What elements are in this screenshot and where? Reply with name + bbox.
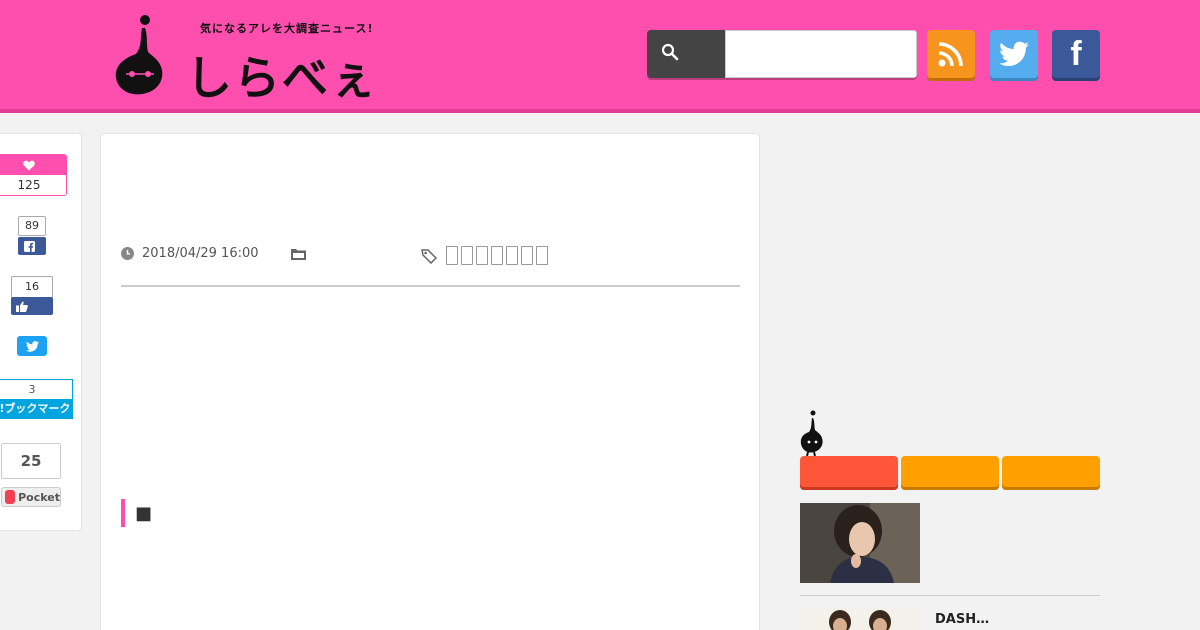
search-box bbox=[647, 30, 917, 78]
logo-wordmark: しらべぇ bbox=[186, 51, 378, 105]
twitter-bird-icon bbox=[999, 41, 1029, 66]
twitter-share-icon bbox=[25, 340, 39, 352]
section-heading-text: ■ bbox=[135, 502, 153, 524]
tag-icon bbox=[421, 249, 437, 264]
list-item-title[interactable]: DASH… bbox=[935, 612, 989, 627]
ranking-tabs bbox=[800, 456, 1100, 490]
tag-item[interactable] bbox=[536, 246, 548, 265]
facebook-share-count: 89 bbox=[18, 216, 46, 236]
ranking-tab-2[interactable] bbox=[901, 456, 999, 490]
ranking-tab-1[interactable] bbox=[800, 456, 898, 490]
share-panel: 125 89 16 3 B!ブックマーク 25 Pocket bbox=[0, 133, 82, 531]
list-divider bbox=[800, 595, 1100, 596]
mascot-small-icon bbox=[800, 410, 823, 456]
tag-item[interactable] bbox=[446, 246, 458, 265]
pocket-label: Pocket bbox=[18, 490, 60, 504]
facebook-like-button[interactable] bbox=[11, 297, 53, 315]
pocket-icon bbox=[5, 490, 16, 504]
tag-item[interactable] bbox=[521, 246, 533, 265]
facebook-button[interactable]: f bbox=[1052, 30, 1100, 78]
site-header: 気になるアレを大調査ニュース! しらべぇ f bbox=[0, 0, 1200, 113]
clock-icon bbox=[121, 247, 134, 260]
rss-button[interactable] bbox=[927, 30, 975, 78]
section-heading: ■ bbox=[121, 499, 152, 527]
mascot-logo-icon bbox=[115, 15, 163, 95]
search-input[interactable] bbox=[725, 30, 917, 78]
article-card: 2018/04/29 16:00 ■ bbox=[100, 133, 760, 630]
hatena-bookmark-count: 3 bbox=[0, 379, 73, 399]
facebook-share-icon bbox=[24, 240, 35, 252]
like-button[interactable]: 125 bbox=[0, 154, 67, 196]
article-thumbnail[interactable] bbox=[800, 503, 920, 583]
tag-item[interactable] bbox=[461, 246, 473, 265]
tag-item[interactable] bbox=[491, 246, 503, 265]
thumbs-up-icon bbox=[16, 301, 28, 312]
pocket-button[interactable]: Pocket bbox=[1, 487, 61, 507]
twitter-share-button[interactable] bbox=[17, 336, 47, 356]
pocket-count: 25 bbox=[1, 443, 61, 479]
article-thumbnail[interactable] bbox=[800, 608, 920, 630]
facebook-f-icon: f bbox=[1070, 35, 1082, 73]
search-icon bbox=[661, 43, 679, 61]
twitter-button[interactable] bbox=[990, 30, 1038, 78]
site-logo[interactable]: 気になるアレを大調査ニュース! しらべぇ bbox=[112, 14, 392, 105]
people-photo-icon bbox=[800, 608, 920, 630]
logo-tagline: 気になるアレを大調査ニュース! bbox=[200, 22, 374, 35]
facebook-like-count: 16 bbox=[11, 276, 53, 298]
facebook-share-button[interactable] bbox=[18, 237, 46, 255]
tag-list bbox=[446, 246, 548, 265]
meta-divider bbox=[121, 285, 740, 287]
search-button[interactable] bbox=[647, 30, 725, 78]
tag-item[interactable] bbox=[476, 246, 488, 265]
ranking-tab-3[interactable] bbox=[1002, 456, 1100, 490]
post-date-text: 2018/04/29 16:00 bbox=[142, 246, 259, 261]
category-folder-icon[interactable] bbox=[291, 248, 306, 260]
tag-item[interactable] bbox=[506, 246, 518, 265]
post-date: 2018/04/29 16:00 bbox=[121, 246, 259, 261]
heart-icon bbox=[23, 160, 35, 170]
rss-icon bbox=[938, 42, 963, 67]
person-photo-icon bbox=[800, 503, 920, 583]
hatena-bookmark-button[interactable]: B!ブックマーク bbox=[0, 399, 73, 419]
like-count: 125 bbox=[0, 175, 66, 195]
